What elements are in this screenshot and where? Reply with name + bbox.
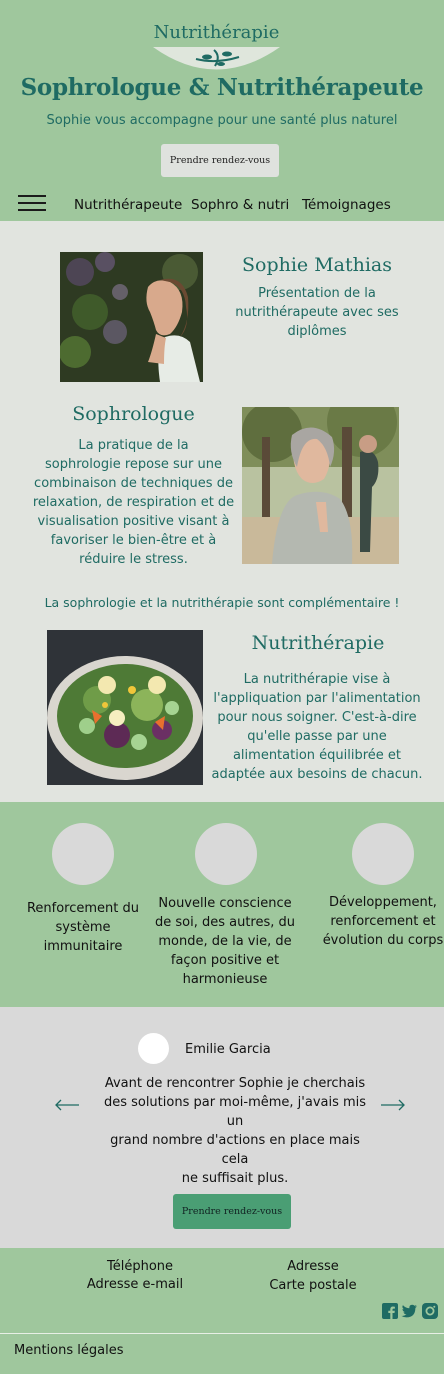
page-title: Sophrologue & Nutrithérapeute [20,74,424,101]
benefit-line: façon positive et [170,953,280,968]
nav-item-temoignages[interactable]: Témoignages [302,197,391,213]
footer-divider [0,1333,444,1334]
benefit-line: immunitaire [43,939,123,954]
benefit-immunity: Renforcement du système immunitaire [22,899,144,956]
about-text-line: nutrithérapeute avec ses [235,305,399,320]
twitter-icon[interactable] [401,1303,417,1319]
about-text-line: diplômes [287,324,347,339]
benefits-section: Renforcement du système immunitaire Nouv… [0,802,444,1007]
about-text: Présentation de la nutrithérapeute avec … [224,284,410,341]
benefit-line: Développement, [329,895,437,910]
benefit-line: Renforcement du [26,901,140,916]
sophro-title: Sophrologue [72,403,195,425]
benefit-line: renforcement et [330,914,436,929]
sophro-text-line: favoriser le bien-être et à [50,533,217,548]
nutri-text-line: alimentation équilibrée et [232,748,402,763]
nutri-text-line: pour nous soigner. C'est-à-dire [217,710,417,725]
facebook-icon[interactable] [382,1303,398,1319]
about-text-line: Présentation de la [258,286,376,301]
page-subtitle: Sophie vous accompagne pour une santé pl… [46,113,398,128]
sophro-text-line: combinaison de techniques de [34,476,233,491]
benefit-line: harmonieuse [182,972,268,987]
book-appointment-button-bottom[interactable]: Prendre rendez-vous [173,1194,291,1229]
nutri-text-line: l'appliquation par l'alimentation [213,691,421,706]
complement-tagline: La sophrologie et la nutrithérapie sont … [44,595,400,610]
site-footer: Téléphone Adresse e-mail Adresse Carte p… [0,1248,444,1374]
about-name: Sophie Mathias [241,254,393,276]
benefit-line: évolution du corps [322,933,444,948]
footer-postal[interactable]: Carte postale [258,1278,368,1293]
benefit-line: système [55,920,111,935]
testimonial-author: Emilie Garcia [185,1042,271,1057]
sophro-text-line: relaxation, de respiration et de [32,495,235,510]
nutri-text-line: La nutrithérapie vise à [243,672,391,687]
benefit-line: Nouvelle conscience [158,896,292,911]
sophie-portrait-photo [60,252,203,382]
logo[interactable]: Nutrithérapie [151,22,282,70]
salad-bowl-photo [47,630,203,785]
legal-notice-link[interactable]: Mentions légales [14,1343,123,1358]
nav-item-nutritherapeute[interactable]: Nutrithérapeute [74,197,182,213]
instagram-icon[interactable] [422,1303,438,1319]
footer-phone[interactable]: Téléphone [85,1259,195,1274]
nav-item-sophro-nutri[interactable]: Sophro & nutri [191,197,289,213]
benefit-body: Développement, renforcement et évolution… [318,893,444,950]
footer-address[interactable]: Adresse [258,1259,368,1274]
nutri-text-line: qu'elle passe par une [247,729,387,744]
benefit-line: monde, de la vie, de [158,934,292,949]
testimonial-section: Emilie Garcia Avant de rencontrer Sophie… [0,1007,444,1248]
meditation-photo [242,407,399,564]
testimonial-line: grand nombre d'actions en place mais cel… [110,1133,360,1167]
benefit-awareness: Nouvelle conscience de soi, des autres, … [152,894,298,989]
testimonial-line: ne suffisait plus. [181,1171,289,1186]
nutri-text: La nutrithérapie vise à l'appliquation p… [210,670,424,784]
arrow-right-icon[interactable] [380,1099,406,1111]
avatar [138,1033,169,1064]
nutri-text-line: adaptée aux besoins de chacun. [211,767,423,782]
benefit-icon [52,823,114,885]
sophro-text-line: sophrologie repose sur une [45,457,222,472]
logo-text: Nutrithérapie [153,22,280,43]
footer-email[interactable]: Adresse e-mail [80,1277,190,1292]
testimonial-line: des solutions par moi-même, j'avais mis … [103,1095,367,1129]
book-appointment-button[interactable]: Prendre rendez-vous [161,144,279,177]
benefit-icon [195,823,257,885]
benefit-icon [352,823,414,885]
site-header: Nutrithérapie Sophrologue & Nutrithérape… [0,0,444,221]
sophro-text-line: réduire le stress. [79,552,188,567]
benefit-line: de soi, des autres, du [154,915,296,930]
testimonial-text: Avant de rencontrer Sophie je cherchais … [96,1074,374,1188]
testimonial-line: Avant de rencontrer Sophie je cherchais [104,1076,366,1091]
arrow-left-icon[interactable] [54,1099,80,1111]
sophro-text: La pratique de la sophrologie repose sur… [32,436,235,569]
sophro-text-line: La pratique de la [78,438,189,453]
sophro-text-line: visualisation positive visant à [37,514,230,529]
nutri-title: Nutrithérapie [251,632,385,654]
hamburger-menu-icon[interactable] [18,195,46,211]
